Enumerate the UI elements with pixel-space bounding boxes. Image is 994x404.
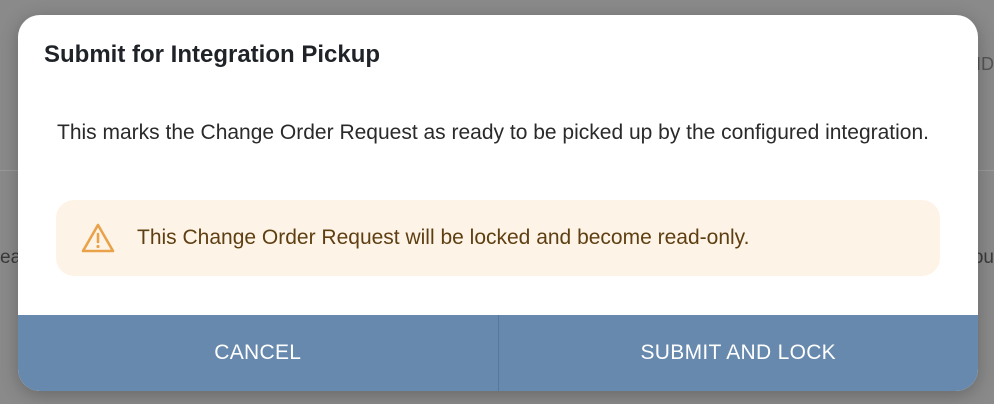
warning-text: This Change Order Request will be locked… xyxy=(137,226,750,249)
submit-dialog: Submit for Integration Pickup This marks… xyxy=(18,15,978,391)
submit-and-lock-button[interactable]: SUBMIT AND LOCK xyxy=(499,315,979,391)
dialog-footer: CANCEL SUBMIT AND LOCK xyxy=(18,315,978,391)
warning-banner: This Change Order Request will be locked… xyxy=(56,200,940,276)
warning-triangle-icon xyxy=(81,223,115,253)
dialog-message: This marks the Change Order Request as r… xyxy=(57,121,929,144)
dialog-title: Submit for Integration Pickup xyxy=(44,41,381,68)
cancel-button[interactable]: CANCEL xyxy=(18,315,498,391)
background-header-fragment: ID xyxy=(976,54,994,74)
